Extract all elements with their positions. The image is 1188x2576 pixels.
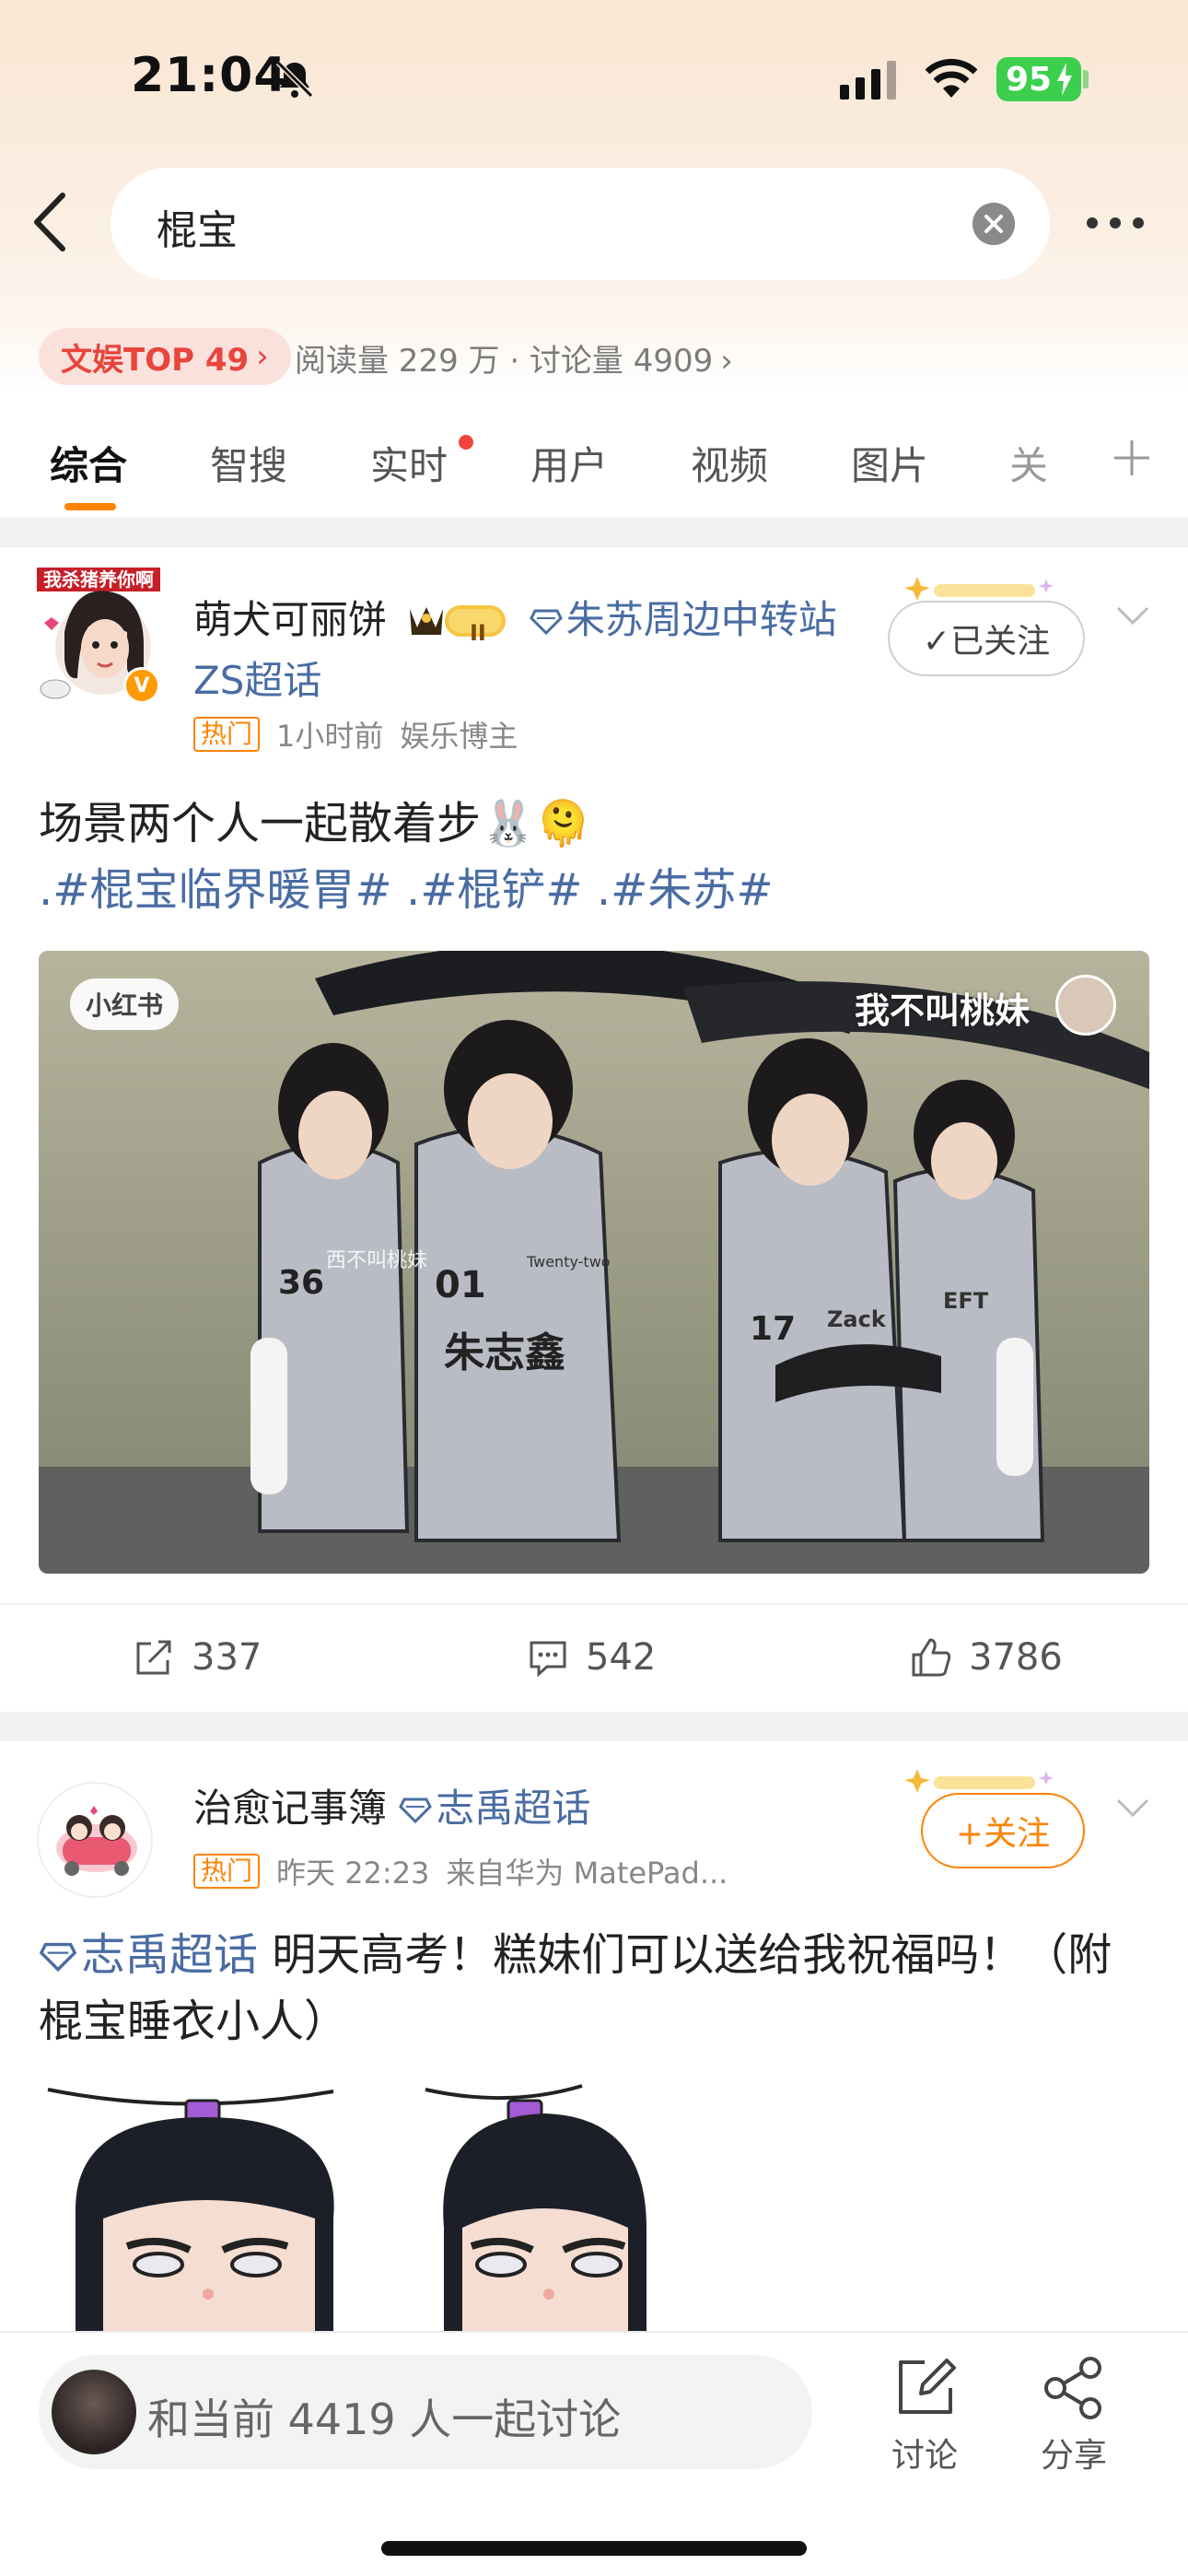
- section-divider: [0, 518, 1188, 547]
- rank-label: 文娱TOP 49: [61, 341, 250, 379]
- hot-tag: 热门: [193, 1854, 261, 1889]
- tab-general[interactable]: 综合: [50, 435, 127, 491]
- repost-button[interactable]: 337: [133, 1636, 262, 1679]
- avatar[interactable]: [37, 1782, 153, 1898]
- like-button[interactable]: 3786: [910, 1636, 1063, 1679]
- tab-images[interactable]: 图片: [851, 435, 928, 491]
- jersey-number-01: 01: [435, 1264, 486, 1306]
- tab-bar: 综合 智搜 实时 用户 视频 图片 关: [0, 426, 1188, 510]
- comment-count: 542: [586, 1636, 657, 1679]
- repost-icon: [136, 1640, 171, 1675]
- tab-partial[interactable]: 关: [1009, 435, 1048, 491]
- comment-button[interactable]: 542: [527, 1636, 656, 1679]
- tab-realtime[interactable]: 实时: [370, 435, 448, 491]
- post-time: 1小时前: [276, 719, 384, 754]
- tab-active-indicator: [64, 503, 116, 510]
- new-dot-indicator: [459, 435, 473, 450]
- back-arrow-icon[interactable]: [26, 190, 77, 254]
- jersey-tag-zack: Zack: [827, 1306, 886, 1332]
- jersey-name: 朱志鑫: [444, 1329, 565, 1376]
- crown-level-icon: [410, 605, 507, 637]
- author-role: 娱乐博主: [400, 719, 518, 754]
- thumbs-up-icon: [912, 1638, 951, 1677]
- more-options-icon[interactable]: [1083, 214, 1147, 232]
- clear-search-icon[interactable]: [973, 203, 1015, 245]
- super-topic-diamond-icon: [399, 1797, 433, 1823]
- super-topic-diamond-icon: [39, 1942, 77, 1972]
- verified-badge: V: [123, 667, 160, 704]
- share-icon: [1044, 2357, 1101, 2419]
- chevron-right-icon: ›: [720, 343, 733, 380]
- super-topic-diamond-icon: [529, 609, 563, 635]
- post-actions: 337 542 3786: [0, 1603, 1188, 1714]
- status-time: 21:04: [131, 48, 288, 103]
- section-divider: [0, 1712, 1188, 1741]
- follow-button[interactable]: +关注: [921, 1793, 1085, 1868]
- post-image-chibi[interactable]: [39, 2080, 757, 2331]
- jersey-tag-eft: EFT: [943, 1288, 989, 1314]
- jersey-brand: Twenty-two: [527, 1253, 611, 1270]
- battery-level: 95: [1006, 60, 1053, 99]
- jersey-number-17: 17: [750, 1310, 797, 1348]
- discuss-button[interactable]: 讨论: [869, 2353, 980, 2476]
- super-topic-link[interactable]: 志禹超话: [436, 1786, 590, 1831]
- add-tab-icon[interactable]: [1111, 437, 1153, 479]
- avatar-caption: 我杀猪养你啊: [43, 568, 154, 591]
- post-author-line: 治愈记事簿 志禹超话: [193, 1778, 856, 1839]
- video-player[interactable]: 36 01 Twenty-two 朱志鑫 17 Zack EFT 西不叫桃妹 小…: [39, 951, 1149, 1574]
- xiaohongshu-watermark: 小红书: [70, 978, 179, 1030]
- jersey-number-36: 36: [278, 1264, 325, 1302]
- author-name[interactable]: 治愈记事簿: [193, 1786, 387, 1831]
- rank-badge[interactable]: 文娱TOP 49 ›: [39, 328, 291, 385]
- battery-tip: [1083, 70, 1089, 88]
- post-hashtags[interactable]: .#棍宝临界暖胃# .#棍铲# .#朱苏#: [39, 857, 774, 923]
- post-text: 志禹超话 明天高考！糕妹们可以送给我祝福吗！（附棍宝睡衣小人）: [39, 1922, 1153, 2055]
- hot-tag: 热门: [193, 717, 261, 752]
- comment-icon: [530, 1641, 566, 1678]
- chevron-down-icon[interactable]: [1114, 604, 1151, 626]
- wifi-icon: [925, 58, 978, 98]
- share-label: 分享: [1040, 2437, 1107, 2475]
- post-meta: 热门 昨天 22:23 来自华为 MatePad...: [193, 1850, 728, 1892]
- avatar-illustration: [56, 1806, 137, 1876]
- tab-smart-search[interactable]: 智搜: [210, 435, 287, 491]
- author-name[interactable]: 萌犬可丽饼: [193, 597, 387, 642]
- compose-icon: [899, 2359, 956, 2414]
- post-text: 场景两个人一起散着步🐰🫠: [39, 798, 591, 849]
- crown-level: II: [470, 620, 486, 646]
- bottom-bar: 和当前 4419 人一起讨论 讨论 分享: [0, 2331, 1188, 2576]
- post-meta: 热门 1小时前 娱乐博主: [193, 713, 518, 755]
- search-input[interactable]: 棍宝: [111, 168, 1050, 280]
- discuss-placeholder: 和当前 4419 人一起讨论: [147, 2395, 622, 2444]
- discuss-input[interactable]: 和当前 4419 人一起讨论: [39, 2355, 812, 2469]
- topic-stats[interactable]: 阅读量 229 万 · 讨论量 4909 ›: [295, 335, 733, 381]
- chevron-right-icon: ›: [256, 338, 269, 375]
- post-topic-link[interactable]: 志禹超话: [81, 1929, 258, 1981]
- share-button[interactable]: 分享: [1019, 2353, 1129, 2476]
- tab-videos[interactable]: 视频: [691, 435, 768, 491]
- search-query: 棍宝: [157, 207, 238, 254]
- discuss-label: 讨论: [891, 2437, 958, 2475]
- repost-count: 337: [192, 1636, 262, 1679]
- battery-indicator: 95: [996, 57, 1081, 101]
- post-author-line: 萌犬可丽饼 II 朱苏周边中转站ZS超话: [193, 590, 856, 711]
- video-overlay-text: 西不叫桃妹: [326, 1249, 428, 1272]
- cellular-signal-icon: [840, 61, 896, 100]
- tab-users[interactable]: 用户: [530, 435, 608, 491]
- chevron-down-icon[interactable]: [1114, 1797, 1151, 1819]
- charging-bolt-icon: [1057, 63, 1072, 96]
- topic-stats-text: 阅读量 229 万 · 讨论量 4909: [295, 343, 714, 380]
- like-count: 3786: [969, 1636, 1063, 1679]
- post-time: 昨天 22:23: [276, 1856, 430, 1891]
- watermark-avatar: [1055, 975, 1116, 1036]
- watermark-username: 我不叫桃妹: [854, 990, 1030, 1031]
- bell-off-icon: [275, 60, 314, 99]
- post-source: 来自华为 MatePad...: [446, 1856, 728, 1891]
- following-button[interactable]: ✓已关注: [888, 601, 1085, 676]
- my-avatar: [52, 2370, 136, 2454]
- home-indicator: [381, 2541, 807, 2556]
